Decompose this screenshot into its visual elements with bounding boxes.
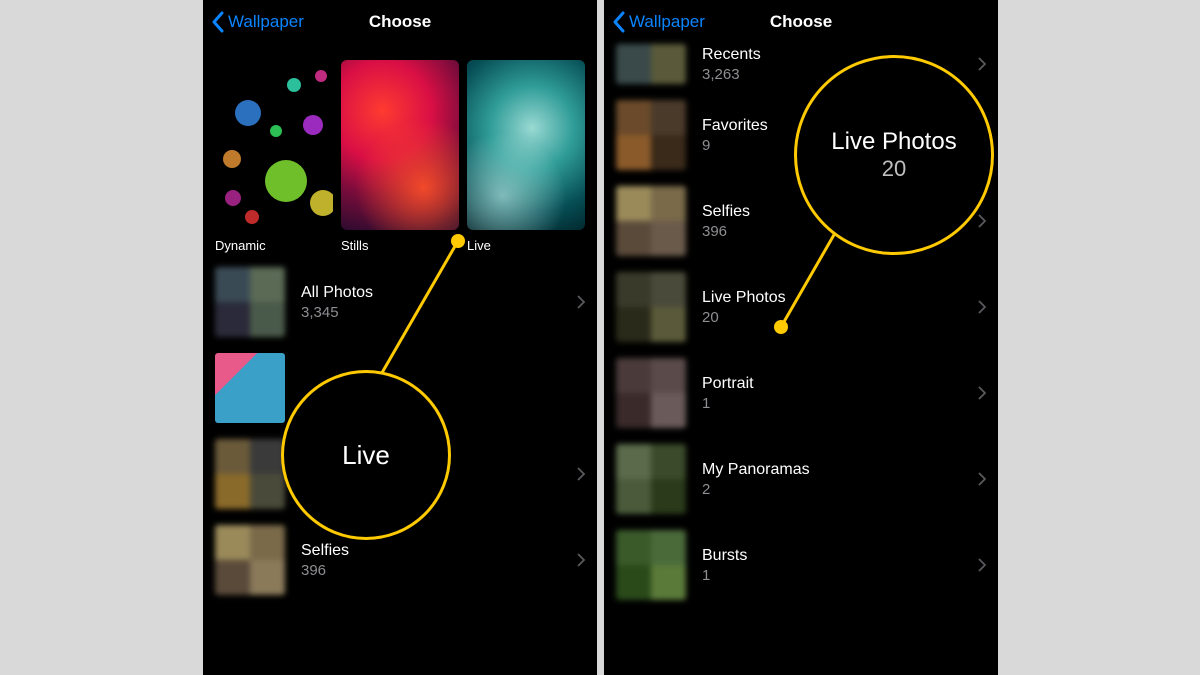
category-label: Dynamic [215,230,333,253]
album-count: 1 [702,565,970,584]
chevron-right-icon [577,467,585,481]
album-thumb [616,272,686,342]
album-count: 9 [301,474,569,493]
album-thumb [616,358,686,428]
chevron-right-icon [978,214,986,228]
left-phone: Wallpaper Choose Dynamic [203,0,597,675]
album-name: Selfies [301,542,569,560]
right-phone: Wallpaper Choose Recents 3,263 [604,0,998,675]
album-name: Favorites [702,117,970,135]
nav-bar: Wallpaper Choose [604,0,998,44]
category-row: Dynamic Stills Live [203,44,597,253]
album-thumb [215,439,285,509]
back-label: Wallpaper [629,12,705,32]
chevron-right-icon [978,57,986,71]
album-thumb [215,267,285,337]
chevron-right-icon [577,295,585,309]
album-count: 9 [702,135,970,154]
album-name: Bursts [702,547,970,565]
album-count: 3,345 [301,302,569,321]
album-name: Portrait [702,375,970,393]
album-row[interactable]: Bursts 1 [604,522,998,608]
album-list: Recents 3,263 Favorites 9 [604,44,998,608]
album-count: 20 [702,307,970,326]
album-count: 396 [702,221,970,240]
stills-thumb [341,60,459,230]
category-dynamic[interactable]: Dynamic [215,60,333,253]
album-row[interactable]: Portrait 1 [604,350,998,436]
album-row[interactable]: All Photos 3,345 [203,259,597,345]
album-thumb [616,44,686,84]
album-name: Favorites [301,456,569,474]
album-row[interactable]: Favorites 9 [604,92,998,178]
back-button[interactable]: Wallpaper [211,11,304,33]
live-thumb [467,60,585,230]
chevron-left-icon [211,11,224,33]
album-count: 2 [702,479,970,498]
album-row[interactable]: Favorites 9 [203,431,597,517]
album-list: All Photos 3,345 [203,253,597,603]
album-name: All Photos [301,284,569,302]
category-stills[interactable]: Stills [341,60,459,253]
category-live[interactable]: Live [467,60,585,253]
chevron-right-icon [978,128,986,142]
album-count: 3,263 [702,64,970,83]
album-count [301,387,569,389]
album-count: 396 [301,560,569,579]
album-thumb [616,186,686,256]
category-label: Stills [341,230,459,253]
chevron-left-icon [612,11,625,33]
album-thumb [215,353,285,423]
album-row[interactable] [203,345,597,431]
back-button[interactable]: Wallpaper [612,11,705,33]
nav-bar: Wallpaper Choose [203,0,597,44]
album-row[interactable]: Selfies 396 [604,178,998,264]
album-row-live-photos[interactable]: Live Photos 20 [604,264,998,350]
album-name: Live Photos [702,289,970,307]
album-name: My Panoramas [702,461,970,479]
album-thumb [616,444,686,514]
album-thumb [215,525,285,595]
back-label: Wallpaper [228,12,304,32]
chevron-right-icon [978,558,986,572]
chevron-right-icon [978,386,986,400]
chevron-right-icon [577,553,585,567]
category-label: Live [467,230,585,253]
album-thumb [616,530,686,600]
dynamic-thumb [215,60,333,230]
album-name: Selfies [702,203,970,221]
chevron-right-icon [978,300,986,314]
album-name: Recents [702,46,970,64]
album-row[interactable]: Recents 3,263 [604,44,998,92]
album-row[interactable]: Selfies 396 [203,517,597,603]
album-row[interactable]: My Panoramas 2 [604,436,998,522]
chevron-right-icon [978,472,986,486]
album-thumb [616,100,686,170]
album-count: 1 [702,393,970,412]
